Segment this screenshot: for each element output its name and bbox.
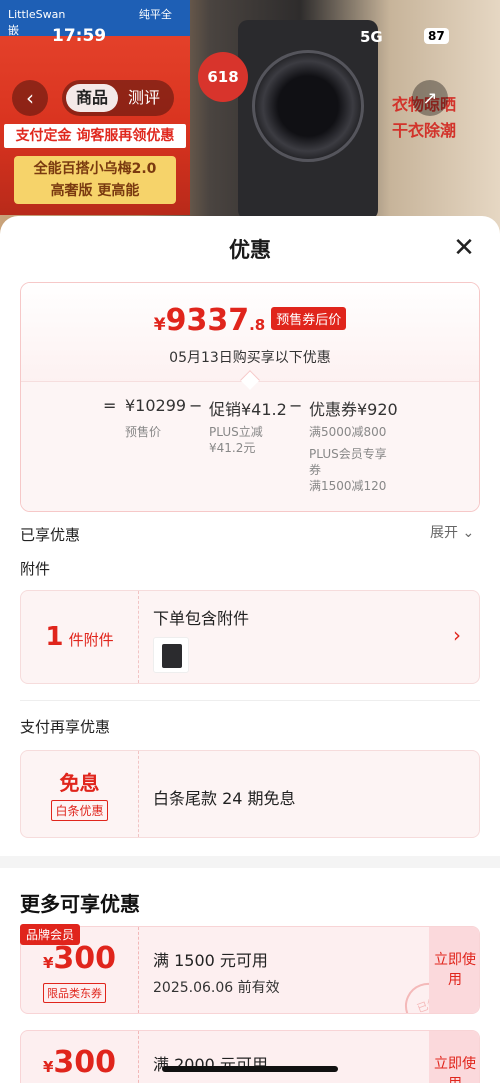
tab-review[interactable]: 测评 (118, 84, 170, 112)
pay-discount-left: 免息 白条优惠 (21, 751, 139, 837)
use-now-button[interactable]: 立即使用 (429, 1031, 479, 1083)
promo-line-1: 支付定金 询客服再领优惠 (4, 124, 186, 148)
coupon-card: ¥300 满 2000 元可用 立即使用 (20, 1030, 480, 1083)
price-calculation: = ¥10299 − 促销¥41.2 − 优惠券¥920 预售价 PLUS立减 … (21, 381, 479, 511)
coupon-value: ¥300 (21, 1031, 139, 1083)
coupon-type-badge: 限品类东券 (43, 983, 106, 1003)
sheet-title: 优惠 (229, 238, 271, 262)
price-tag-badge: 预售券后价 (271, 307, 347, 330)
coupon-currency: ¥ (42, 1058, 54, 1076)
status-time: 17:59 (52, 26, 107, 46)
promo-line-2b: 高奢版 更高能 (50, 183, 140, 199)
tab-bar: 商品 测评 (62, 80, 175, 116)
pay-label: 支付再享优惠 (20, 718, 111, 736)
accessory-count-text: 1 件附件 (45, 622, 113, 652)
coupon-details: 满 2000 元可用 (153, 1031, 423, 1083)
thumbnail-washer (162, 644, 182, 668)
purchase-date-note: 05月13日购买享以下优惠 (169, 350, 331, 366)
close-icon: ✕ (453, 233, 475, 263)
brand-logo-text: LittleSwan (8, 8, 66, 21)
calc-coupon: 优惠券¥920 (309, 400, 398, 419)
coupon-amount-number: 300 (53, 1045, 117, 1080)
calc-presale-price: ¥10299 (125, 396, 187, 415)
accessory-thumbnail (153, 637, 189, 673)
accessory-card[interactable]: 1 件附件 下单包含附件 › (20, 590, 480, 684)
share-button[interactable]: ↗ (412, 80, 448, 116)
calc-minus-1: − (189, 396, 203, 415)
accessory-info: 下单包含附件 › (153, 591, 479, 683)
expand-toggle[interactable]: 展开 ⌄ (430, 522, 474, 542)
promo-note-2: ¥41.2元 (209, 441, 256, 455)
status-bar: 17:59 5G 87 (0, 26, 500, 50)
price-breakdown-card: ¥9337.8 预售券后价 05月13日购买享以下优惠 = ¥10299 − 促销… (20, 282, 480, 512)
pay-discount-card[interactable]: 免息 白条优惠 白条尾款 24 期免息 (20, 750, 480, 838)
coupon-amount: ¥300 (21, 941, 138, 976)
promo-line-2: 全能百搭小乌梅2.0 高奢版 更高能 (14, 156, 176, 204)
pay-badge: 白条优惠 (51, 800, 108, 821)
washer-door-image (252, 50, 364, 162)
tab-product[interactable]: 商品 (66, 84, 119, 112)
brand-member-badge: 品牌会员 (20, 924, 81, 945)
coupon-expiry: 2025.06.06 前有效 (153, 980, 280, 996)
coupon-details: 满 1500 元可用 2025.06.06 前有效 (153, 927, 423, 1013)
side-promo-line-2: 干衣除潮 (392, 121, 457, 140)
expand-label: 展开 (430, 525, 458, 541)
coupon-amount-number: 300 (53, 941, 117, 976)
chevron-left-icon: ‹ (26, 86, 34, 110)
price-currency: ¥ (153, 315, 166, 335)
accessory-label: 附件 (20, 560, 51, 578)
promo-line-2a: 全能百搭小乌梅2.0 (33, 161, 157, 177)
chevron-down-icon: ⌄ (462, 525, 475, 541)
coupon-condition: 满 1500 元可用 (153, 951, 268, 970)
price-summary: ¥9337.8 预售券后价 05月13日购买享以下优惠 (21, 283, 479, 381)
home-indicator[interactable] (162, 1066, 338, 1072)
battery-indicator: 87 (424, 28, 449, 44)
accessory-number: 1 (45, 622, 64, 652)
use-now-button[interactable]: 立即使用 (429, 927, 479, 1013)
coupon-currency: ¥ (42, 954, 54, 972)
calc-minus-2: − (289, 396, 303, 415)
top-nav: ‹ 商品 测评 (12, 80, 175, 116)
calc-equals: = (103, 396, 117, 415)
promo-618-badge: 618 (198, 52, 248, 102)
close-button[interactable]: ✕ (450, 234, 478, 262)
coupon-note-4: 满1500减120 (309, 479, 387, 493)
price-integer: 9337 (165, 303, 250, 338)
accessory-title: 下单包含附件 (153, 609, 250, 628)
promo-note-1: PLUS立减 (209, 425, 263, 439)
coupon-note-2: PLUS会员专享 (309, 447, 387, 461)
pay-desc: 白条尾款 24 期免息 (153, 789, 296, 808)
section-divider (20, 700, 480, 701)
final-price: ¥9337.8 预售券后价 (21, 303, 479, 338)
back-button[interactable]: ‹ (12, 80, 48, 116)
coupon-note-1: 满5000减800 (309, 425, 387, 439)
presale-label: 预售价 (125, 425, 162, 439)
more-discounts-title: 更多可享优惠 (20, 892, 140, 916)
network-indicator: 5G (360, 28, 383, 46)
calc-promo: 促销¥41.2 (209, 400, 287, 419)
accessory-count: 1 件附件 (21, 591, 139, 683)
discount-sheet: 优惠 ✕ ¥9337.8 预售券后价 05月13日购买享以下优惠 = ¥10299… (0, 216, 500, 1083)
accessory-unit: 件附件 (68, 631, 114, 649)
share-icon: ↗ (422, 87, 438, 109)
pay-title: 免息 (59, 771, 100, 795)
section-gap (0, 856, 500, 868)
enjoyed-label: 已享优惠 (20, 526, 81, 544)
coupon-card: ¥300 限品类东券 满 1500 元可用 2025.06.06 前有效 已领 … (20, 926, 480, 1014)
pay-discount-right: 白条尾款 24 期免息 (153, 751, 479, 837)
coupon-note-3: 券 (309, 463, 322, 477)
price-decimal: .8 (249, 316, 266, 334)
coupon-amount: ¥300 (21, 1045, 138, 1080)
chevron-right-icon: › (453, 623, 461, 647)
